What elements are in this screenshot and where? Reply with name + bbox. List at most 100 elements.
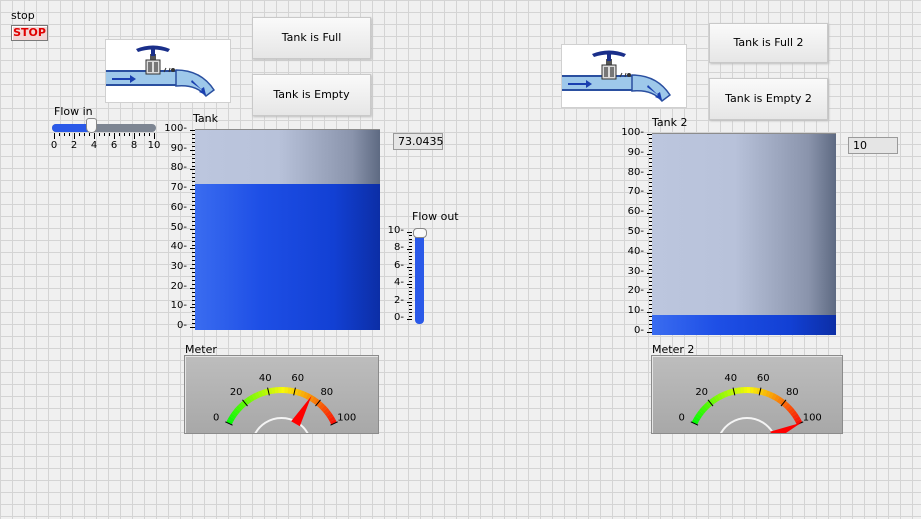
gauge-color-band [698, 407, 706, 415]
tank-2-tick-label: 20- [627, 285, 644, 296]
tank-tick-label: 10- [170, 300, 187, 311]
gauge-color-band [237, 402, 245, 410]
tank-tick-label: 0- [177, 320, 187, 331]
tank-2-value-display: 10 [848, 137, 898, 154]
flow-in-tick-labels: 0 2 4 6 8 10 [51, 140, 161, 152]
gauge-color-band [248, 394, 255, 402]
tank-tick-label: 100- [164, 123, 187, 134]
flow-in-tick [99, 133, 100, 136]
tank-tick-label: 90- [170, 143, 187, 154]
tank-2-level-fill [652, 314, 836, 335]
flow-out-label: Flow out [412, 210, 459, 223]
flow-out-tick-label: 0- [394, 312, 404, 323]
flow-out-tick-label: 10- [387, 225, 404, 236]
gauge-color-band [723, 390, 729, 398]
gauge-color-band [229, 413, 237, 420]
flow-in-tick [114, 133, 115, 139]
flow-in-tick-label: 8 [130, 140, 138, 151]
tank-full-2-indicator: Tank is Full 2 [709, 23, 828, 63]
flow-out-minor-tick [409, 242, 412, 243]
gauge-color-band [720, 391, 726, 399]
flow-in-tick [119, 133, 120, 136]
flow-out-minor-tick [409, 294, 412, 295]
flow-in-tick [69, 133, 70, 136]
gauge-color-band [696, 410, 704, 417]
gauge-color-band [257, 390, 264, 398]
gauge-color-band [792, 413, 800, 420]
tank-empty-2-indicator: Tank is Empty 2 [709, 78, 828, 120]
meter-gauge: 0 20 40 60 80 100 [184, 355, 379, 436]
gauge-color-band [261, 389, 267, 397]
flow-in-tick [149, 133, 150, 136]
tank-tick-label: 20- [170, 281, 187, 292]
flow-out-minor-tick [409, 287, 412, 288]
flow-in-tick [134, 133, 135, 139]
flow-out-handle[interactable] [413, 228, 427, 238]
flow-out-minor-tick [409, 298, 412, 299]
tank-value-display: 73.0435 [393, 133, 444, 150]
flow-out-tick-label: 4- [394, 277, 404, 288]
meter-dial: 0 20 40 60 80 100 [213, 373, 356, 436]
tank-tick-label: 50- [170, 222, 187, 233]
flow-in-tick [79, 133, 80, 136]
flow-in-tick-label: 6 [110, 140, 118, 151]
faucet-icon [562, 50, 672, 103]
gauge-tick-label: 60 [757, 373, 770, 384]
flow-out-minor-tick [409, 291, 412, 292]
gauge-tick-label: 80 [320, 387, 333, 398]
tank-tick-label: 80- [170, 162, 187, 173]
gauge-tick-label: 80 [786, 387, 799, 398]
tank-2-tick-label: 0- [634, 325, 644, 336]
flow-out-minor-tick [409, 312, 412, 313]
gauge-color-band [726, 389, 732, 397]
gauge-tick-label: 40 [724, 373, 737, 384]
gauge-color-band [773, 394, 780, 402]
stop-button[interactable]: STOP [11, 25, 48, 41]
gauge-tick-label: 0 [679, 413, 685, 424]
gauge-color-band [771, 393, 777, 401]
tank-scale: 100- 90- 80- 70- 60- 50- 40- 30- 20- 10- 0- [164, 123, 195, 331]
gauge-color-band [231, 410, 239, 417]
stop-caption: stop [11, 9, 35, 22]
gauge-tick-label: 20 [230, 387, 243, 398]
flow-out-minor-tick [409, 316, 412, 317]
flow-in-handle[interactable] [86, 118, 97, 133]
gauge-color-band [324, 410, 332, 417]
gauge-tick-label: 100 [337, 413, 356, 424]
flow-in-tick-label: 4 [90, 140, 98, 151]
gauge-tick-label: 20 [695, 387, 708, 398]
gauge-color-band [793, 416, 801, 422]
gauge-color-band [768, 391, 774, 399]
gauge-color-band [714, 394, 721, 402]
tank-2-tick-label: 50- [627, 226, 644, 237]
tank-2-scale: 100- 90- 80- 70- 60- 50- 40- 30- 20- 10- 0- [621, 127, 652, 336]
flow-out-slider-track[interactable] [415, 230, 424, 324]
flow-out-minor-tick [409, 270, 412, 271]
flow-out-minor-tick [409, 277, 412, 278]
flow-out-minor-tick [409, 256, 412, 257]
gauge-color-band [322, 407, 330, 415]
flow-out-minor-tick [409, 309, 412, 310]
flow-out-minor-tick [409, 246, 412, 247]
flow-in-tick [154, 133, 155, 139]
gauge-color-band [711, 396, 718, 404]
meter-2-gauge: 0 20 40 60 80 100 [651, 355, 843, 441]
gauge-color-band [233, 407, 241, 415]
gauge-tick-label: 0 [213, 413, 219, 424]
meter-2-dial: 0 20 40 60 80 100 [679, 373, 822, 441]
flow-in-tick-label: 0 [50, 140, 58, 151]
gauge-needle [291, 396, 312, 427]
gauge-color-band [296, 389, 302, 397]
flow-in-label: Flow in [54, 105, 93, 118]
flow-out-tick-label: 8- [394, 242, 404, 253]
flow-in-tick [74, 133, 75, 139]
flow-out-major-tick [407, 284, 412, 285]
tank-2-tick-label: 10- [627, 305, 644, 316]
tank-empty-indicator: Tank is Empty [252, 74, 371, 116]
flow-in-scale [52, 133, 156, 139]
gauge-color-band [320, 405, 328, 412]
gauge-color-band [776, 396, 783, 404]
tank-2-tick-label: 40- [627, 246, 644, 257]
gauge-color-band [701, 405, 708, 412]
flow-out-major-tick [407, 302, 412, 303]
